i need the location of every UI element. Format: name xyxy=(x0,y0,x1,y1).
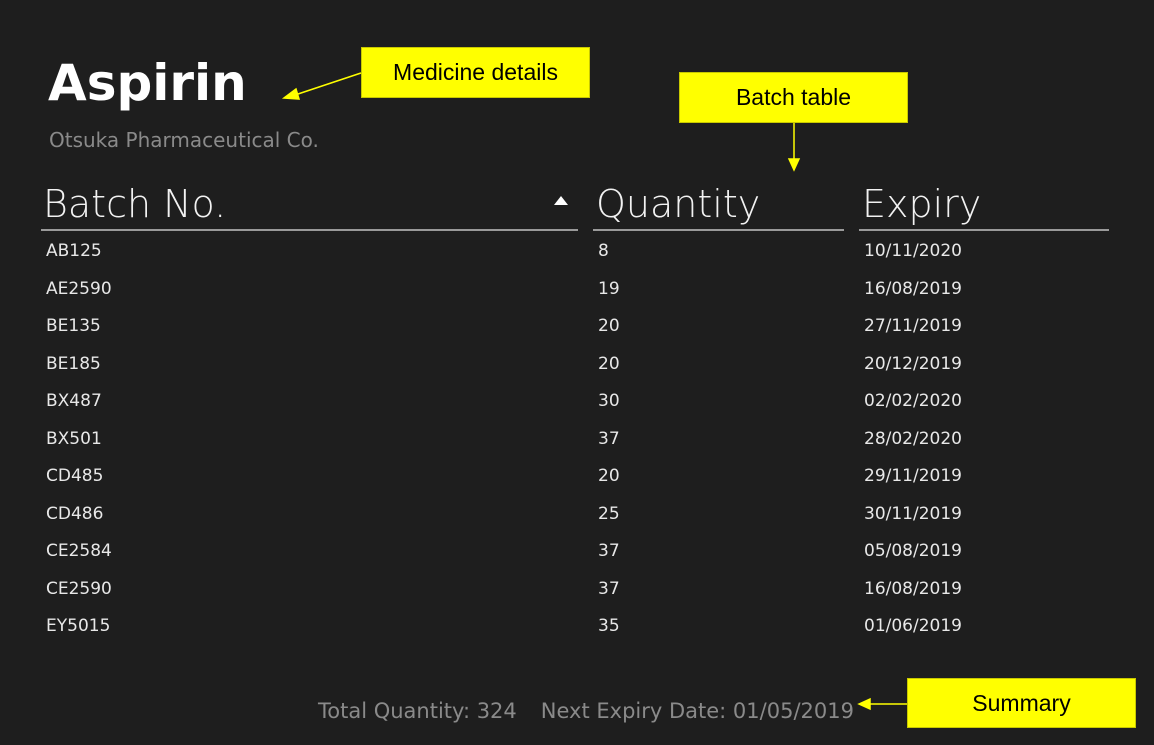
column-header-quantity[interactable]: Quantity xyxy=(596,181,760,227)
medicine-title: Aspirin xyxy=(48,54,247,112)
quantity-cell: 25 xyxy=(598,503,620,524)
column-header-expiry[interactable]: Expiry xyxy=(862,181,981,227)
expiry-cell: 01/06/2019 xyxy=(864,616,962,636)
quantity-cell: 19 xyxy=(598,278,620,299)
expiry-cell: 16/08/2019 xyxy=(864,578,962,599)
quantity-cell: 30 xyxy=(598,391,620,411)
batch-cell: BX487 xyxy=(46,391,102,411)
batch-cell: CE2584 xyxy=(46,541,112,561)
batch-cell: EY5015 xyxy=(46,616,111,636)
table-row[interactable]: BE185 20 20/12/2019 xyxy=(0,345,1154,382)
quantity-cell: 8 xyxy=(598,241,609,261)
table-row[interactable]: CD486 25 30/11/2019 xyxy=(0,495,1154,532)
next-expiry-date: Next Expiry Date: 01/05/2019 xyxy=(540,699,854,723)
callout-batch-table: Batch table xyxy=(679,72,908,123)
callout-summary: Summary xyxy=(907,678,1136,728)
batch-cell: CE2590 xyxy=(46,578,112,599)
batch-cell: AB125 xyxy=(46,241,102,261)
arrow-head-batch-table xyxy=(787,158,801,172)
table-row[interactable]: EY5015 35 01/06/2019 xyxy=(0,607,1154,644)
total-quantity: Total Quantity: 324 xyxy=(318,699,517,723)
quantity-cell: 20 xyxy=(598,466,620,486)
quantity-cell: 35 xyxy=(598,616,620,636)
quantity-cell: 37 xyxy=(598,578,620,599)
table-row[interactable]: AB125 8 10/11/2020 xyxy=(0,232,1154,269)
batch-cell: BX501 xyxy=(46,428,102,449)
batch-cell: BE135 xyxy=(46,316,101,336)
batch-cell: BE185 xyxy=(46,353,101,374)
expiry-cell: 29/11/2019 xyxy=(864,466,962,486)
column-header-rule xyxy=(593,229,844,231)
quantity-cell: 20 xyxy=(598,316,620,336)
batch-cell: CD486 xyxy=(46,503,104,524)
expiry-cell: 05/08/2019 xyxy=(864,541,962,561)
table-row[interactable]: CE2590 37 16/08/2019 xyxy=(0,570,1154,607)
table-row[interactable]: CD485 20 29/11/2019 xyxy=(0,457,1154,494)
arrow-head-summary xyxy=(857,697,871,711)
expiry-cell: 20/12/2019 xyxy=(864,353,962,374)
expiry-cell: 30/11/2019 xyxy=(864,503,962,524)
summary-bar: Total Quantity: 324 Next Expiry Date: 01/… xyxy=(318,697,854,725)
callout-medicine-details: Medicine details xyxy=(361,47,590,98)
batch-cell: AE2590 xyxy=(46,278,112,299)
expiry-cell: 27/11/2019 xyxy=(864,316,962,336)
batch-cell: CD485 xyxy=(46,466,104,486)
table-row[interactable]: CE2584 37 05/08/2019 xyxy=(0,532,1154,569)
column-header-rule xyxy=(41,229,578,231)
quantity-cell: 37 xyxy=(598,428,620,449)
expiry-cell: 02/02/2020 xyxy=(864,391,962,411)
table-row[interactable]: AE2590 19 16/08/2019 xyxy=(0,270,1154,307)
expiry-cell: 28/02/2020 xyxy=(864,428,962,449)
expiry-cell: 16/08/2019 xyxy=(864,278,962,299)
table-row[interactable]: BX487 30 02/02/2020 xyxy=(0,382,1154,419)
manufacturer-name: Otsuka Pharmaceutical Co. xyxy=(49,128,319,152)
expiry-cell: 10/11/2020 xyxy=(864,241,962,261)
quantity-cell: 20 xyxy=(598,353,620,374)
arrow-head-medicine-details xyxy=(281,87,301,100)
arrow-medicine-details xyxy=(294,72,362,96)
quantity-cell: 37 xyxy=(598,541,620,561)
table-row[interactable]: BX501 37 28/02/2020 xyxy=(0,420,1154,457)
column-header-rule xyxy=(859,229,1109,231)
table-row[interactable]: BE135 20 27/11/2019 xyxy=(0,307,1154,344)
column-header-batch[interactable]: Batch No. xyxy=(43,181,226,227)
sort-ascending-icon[interactable] xyxy=(554,196,568,205)
